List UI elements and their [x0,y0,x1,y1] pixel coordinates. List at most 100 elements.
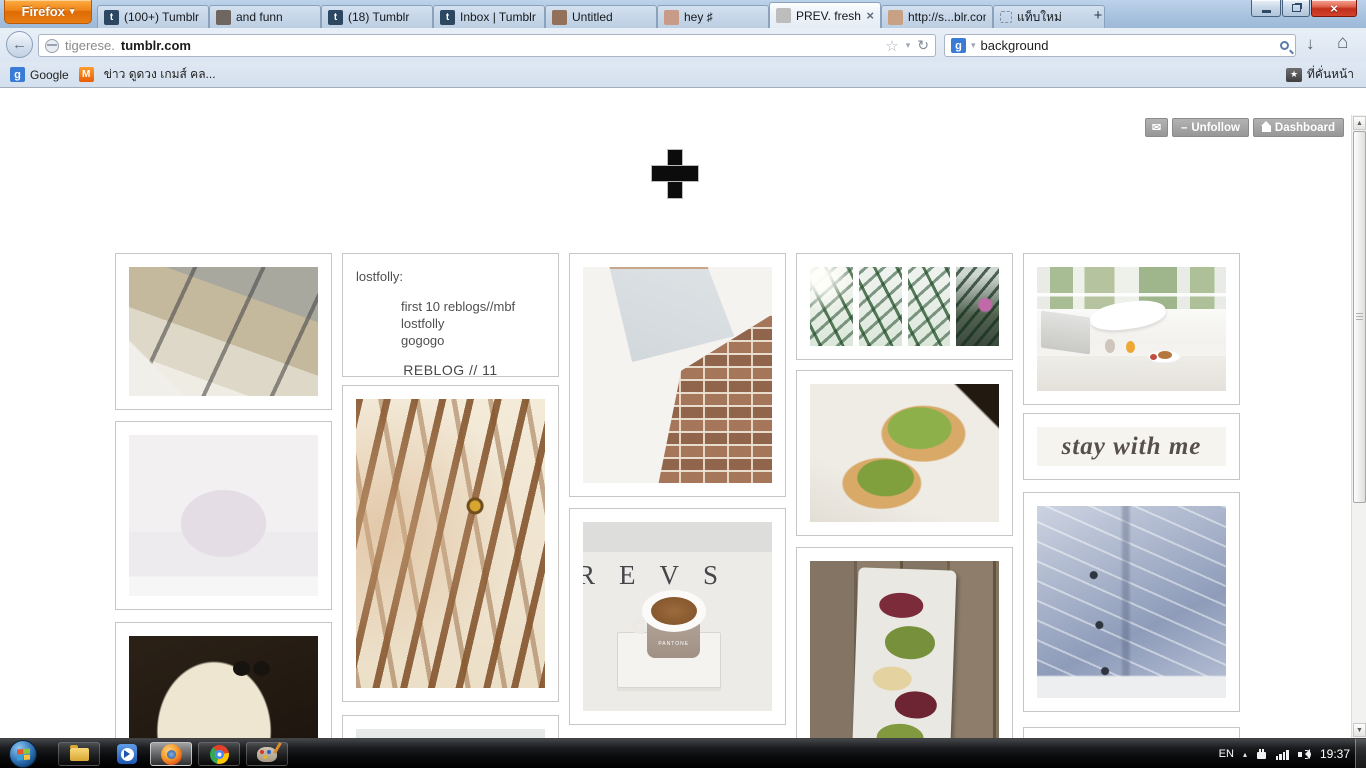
post-card: stay with me [1023,413,1240,480]
network-signal-icon[interactable] [1275,749,1289,760]
url-bar[interactable]: tigerese. tumblr.com ☆ ▾ ↻ [38,34,936,57]
message-button[interactable]: ✉ [1144,118,1168,137]
power-plug-icon[interactable] [1256,748,1267,760]
laptop-shape [1040,310,1090,355]
urlbar-dropdown-icon[interactable]: ▾ [906,40,911,51]
post-card: REVS PANTONE [569,508,786,725]
photo-white-tiger[interactable] [356,399,545,688]
back-button[interactable]: ← [6,31,33,58]
plate-shape [851,567,958,738]
site-identity-globe-icon[interactable] [45,38,59,53]
photo-stay-with-me[interactable]: stay with me [1037,427,1226,466]
post-card [569,253,786,497]
revs-magazine-title: REVS [583,559,743,590]
bookmark-google[interactable]: g Google [10,67,69,82]
browser-tab[interactable]: Untitled [545,5,657,28]
scrollbar-thumb[interactable] [1353,131,1366,503]
back-icon: ← [12,36,27,53]
taskbar-media-player-button[interactable] [106,742,148,766]
search-magnifier-icon[interactable] [1280,41,1289,50]
photo-revs-coffee[interactable]: REVS PANTONE [583,522,772,711]
dashboard-button[interactable]: Dashboard [1252,118,1344,137]
photo-paris-courtyard[interactable] [129,267,318,396]
coffee-shape [650,596,697,625]
show-desktop-button[interactable] [1355,739,1366,768]
tray-expand-icon[interactable]: ▴ [1243,750,1247,759]
post-card [796,370,1013,536]
tab-close-icon[interactable]: × [866,8,874,23]
bookmarks-star-icon: ★ [1286,67,1302,82]
tumblr-favicon: t [328,9,343,25]
downloads-button[interactable]: ↓ [1306,34,1315,54]
bookmark-thai-folder[interactable]: ข่าว ดูดวง เกมส์ คล... [104,65,216,84]
window-controls: × [1250,0,1357,17]
post-author[interactable]: lostfolly: [356,269,545,284]
bookmark-star-icon[interactable]: ☆ [885,37,898,55]
url-domain: tumblr.com [120,38,191,53]
home-button[interactable]: ⌂ [1337,32,1348,54]
photo-favicon [776,8,791,23]
restore-button[interactable] [1282,0,1310,17]
taskbar-firefox-button[interactable] [150,742,192,766]
browser-tab[interactable]: and funn [209,5,321,28]
reload-icon[interactable]: ↻ [917,37,929,54]
photo-denim-jacket[interactable] [1037,506,1226,698]
tab-label: (100+) Tumblr [124,10,200,24]
dashboard-label: Dashboard [1274,121,1335,134]
firefox-icon [160,743,182,765]
minimize-icon [1261,9,1271,13]
firefox-menu-label: Firefox [21,4,65,19]
browser-tab[interactable]: hey ♯ [657,5,769,28]
photo-vogue-tote[interactable]: VOGUE [129,636,318,738]
page-scrollbar[interactable]: ▲ ▼ [1351,115,1366,738]
browser-tab[interactable]: t (100+) Tumblr [97,5,209,28]
browser-tab-active[interactable]: PREV. freshz ... × [769,2,881,28]
speaker-icon[interactable] [1297,748,1311,760]
language-indicator[interactable]: EN [1219,748,1234,760]
firefox-menu-button[interactable]: Firefox ▾ [4,0,92,24]
system-tray: EN ▴ 19:37 [1219,739,1350,768]
post-card [1023,492,1240,712]
restore-icon [1291,4,1301,12]
browser-tab[interactable]: t Inbox | Tumblr [433,5,545,28]
start-button[interactable] [9,740,37,768]
close-button[interactable]: × [1311,0,1357,17]
minimize-button[interactable] [1251,0,1281,17]
scroll-up-button[interactable]: ▲ [1353,116,1366,130]
bookmarks-label: ที่คั่นหน้า [1307,67,1354,81]
blog-plus-logo[interactable] [652,150,698,198]
search-engine-dropdown-icon[interactable]: ▾ [971,40,976,51]
photo-avocado-toast[interactable] [810,384,999,522]
new-tab-button[interactable]: + [1085,5,1111,25]
photo-beet-salad[interactable] [810,561,999,738]
taskbar-paint-button[interactable] [246,742,288,766]
juice-glass-shape [1125,341,1135,354]
photo-bed-breakfast[interactable] [1037,267,1226,391]
photo-skylight-brick[interactable] [583,267,772,483]
taskbar-chrome-button[interactable] [198,742,240,766]
browser-tab[interactable]: t (18) Tumblr [321,5,433,28]
show-bookmarks-button[interactable]: ★ ที่คั่นหน้า [1286,65,1354,84]
search-query[interactable]: background [981,38,1049,53]
photo-partial[interactable] [356,729,545,738]
unfollow-button[interactable]: – Unfollow [1171,118,1249,137]
newtab-favicon [1000,11,1012,23]
mthai-favicon: M [78,67,94,82]
scroll-down-button[interactable]: ▼ [1353,723,1366,737]
tumblr-controls: ✉ – Unfollow Dashboard [1144,118,1344,137]
photo-palm-panels[interactable] [810,267,999,346]
google-search-icon[interactable]: g [951,38,966,53]
reblog-link[interactable]: REBLOG // 11 [356,362,545,378]
tab-label: and funn [236,10,283,24]
bookmark-mthai[interactable]: M [78,67,94,82]
taskbar-clock[interactable]: 19:37 [1320,747,1350,761]
photo-clear-bag[interactable] [129,435,318,596]
post-body-line: lostfolly [401,316,445,331]
post-card: VOGUE [115,622,332,738]
taskbar-explorer-button[interactable] [58,742,100,766]
palm-panel [858,267,902,346]
url-subdomain: tigerese. [65,38,115,53]
browser-tab[interactable]: http://s...blr.com/ [881,5,993,28]
search-bar[interactable]: g ▾ background [944,34,1296,57]
tab-label: PREV. freshz ... [796,8,861,23]
